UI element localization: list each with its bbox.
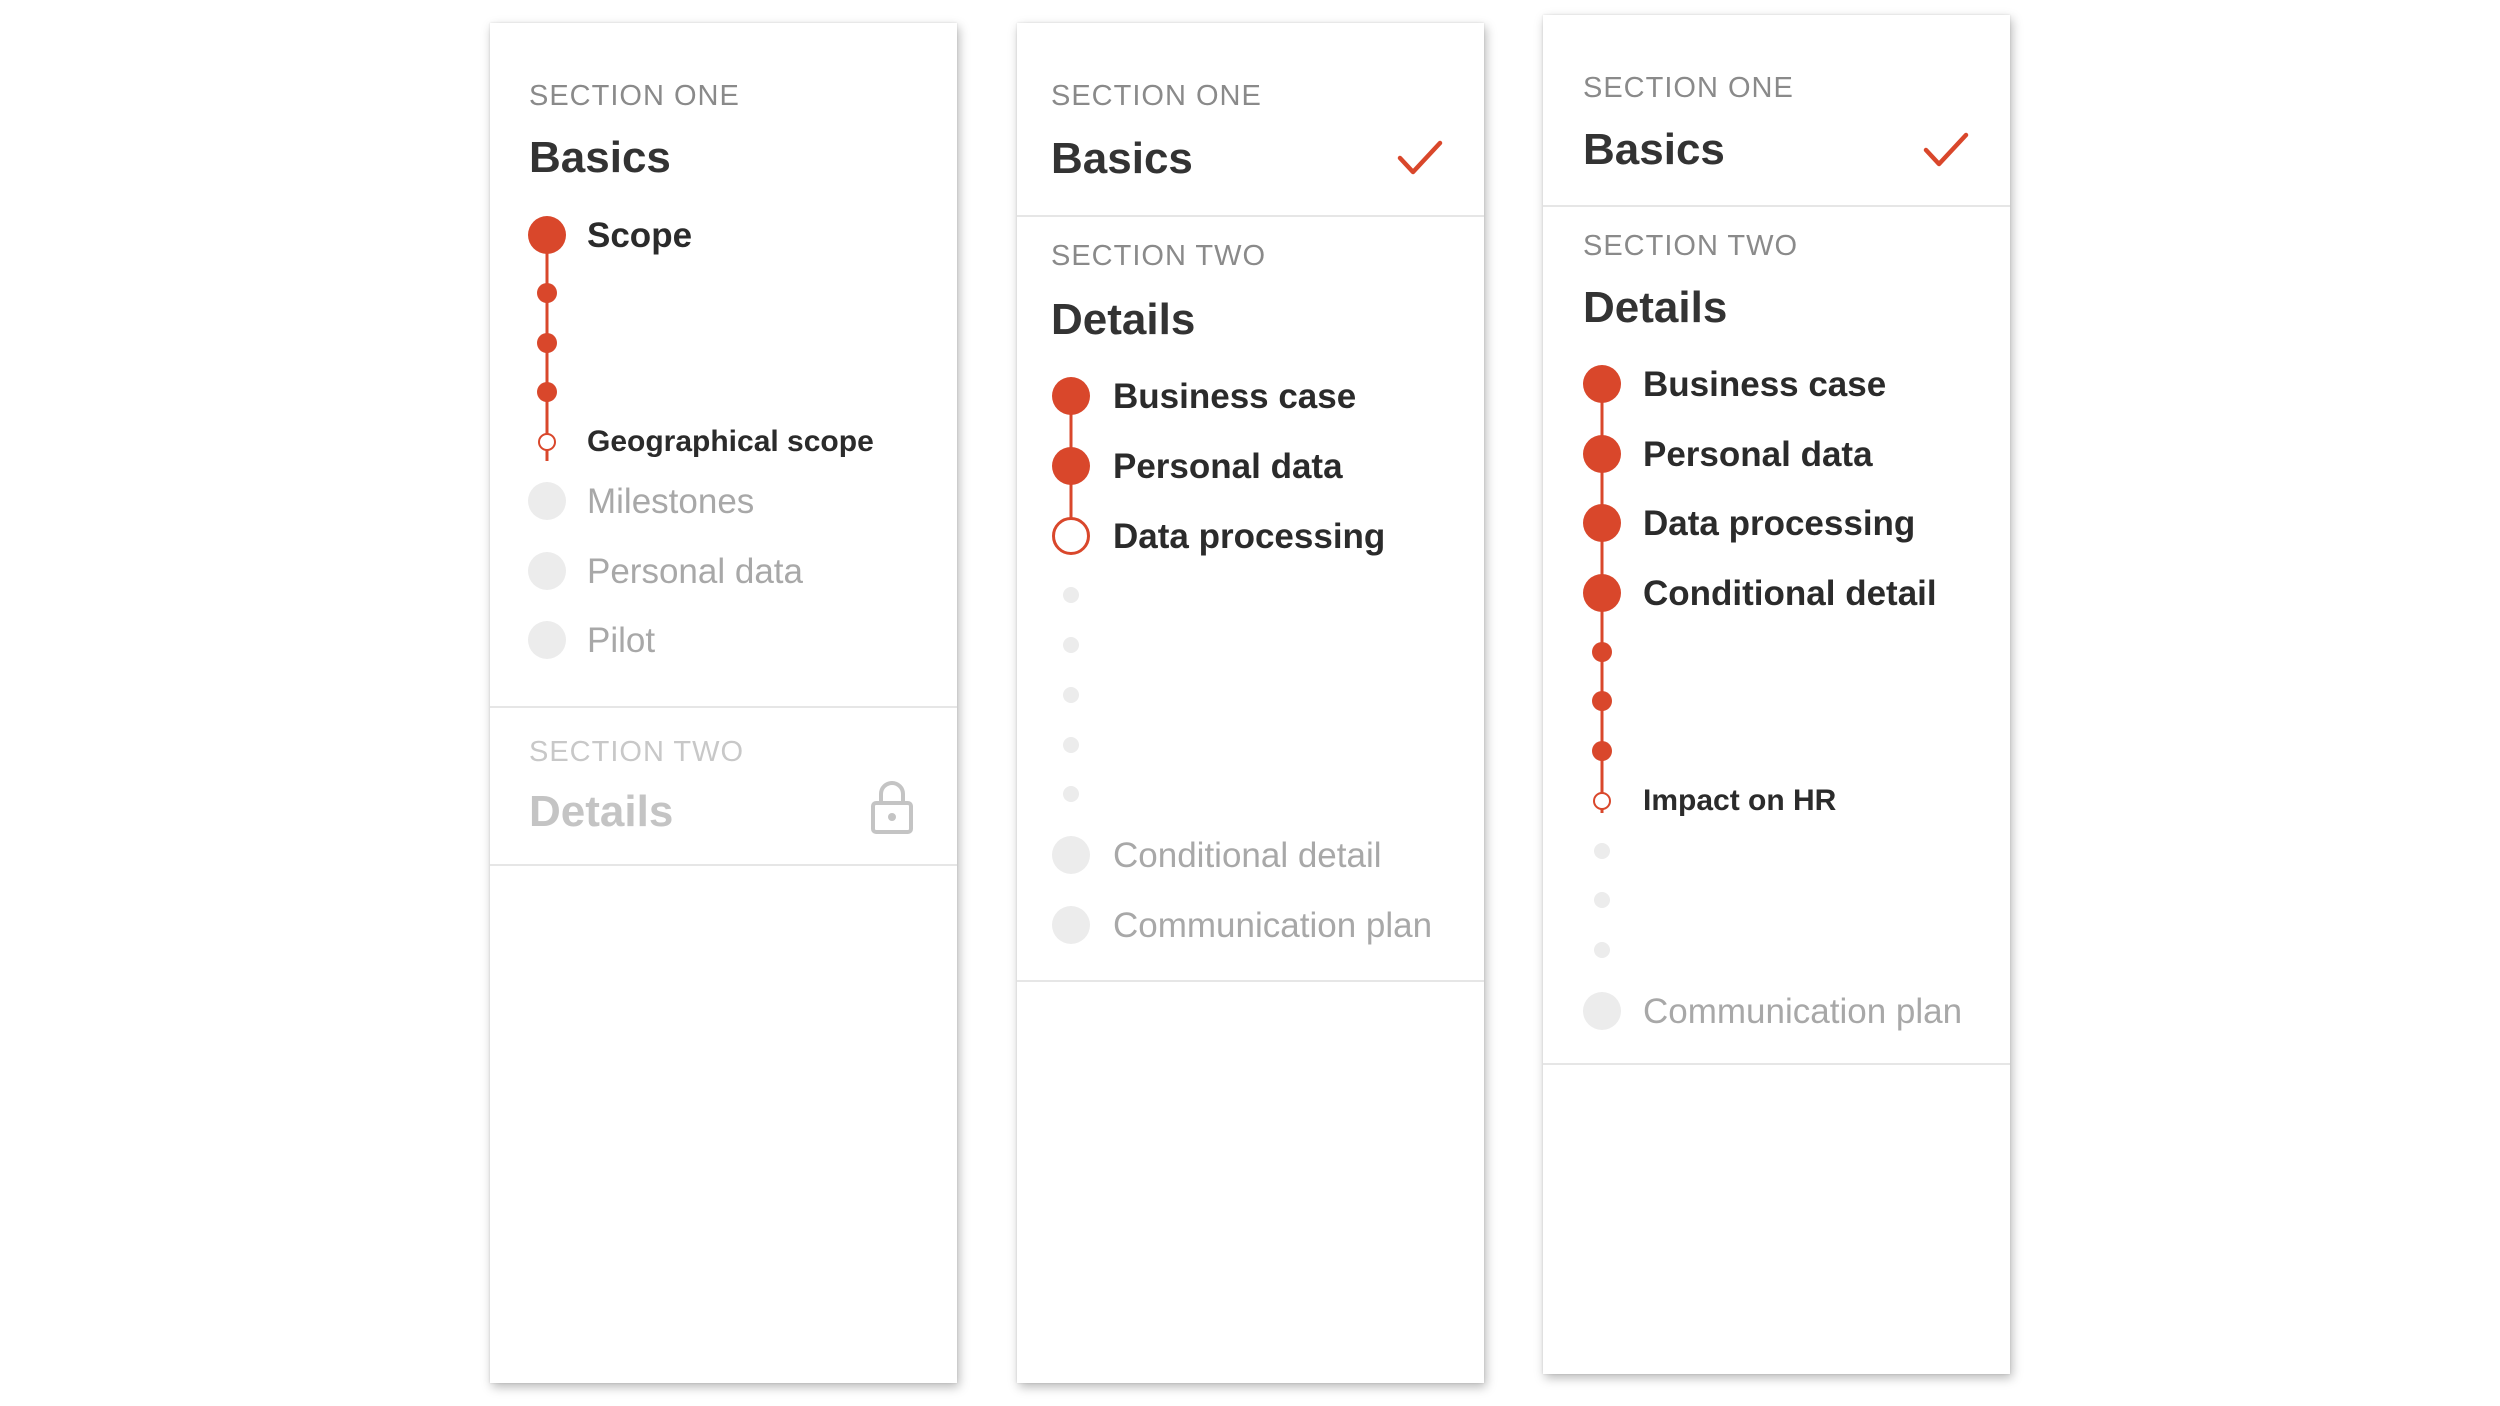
step-complete-dot [1583, 435, 1621, 473]
step-pending-dot [1583, 992, 1621, 1030]
substep-complete-dot [537, 283, 557, 303]
section-one-label: SECTION ONE [1051, 80, 1262, 112]
section-two-title: Details [529, 787, 674, 836]
section-one-title[interactable]: Basics [1051, 134, 1193, 184]
section-divider [490, 864, 957, 866]
step-complete-dot [1583, 365, 1621, 403]
substep-complete-dot [1592, 691, 1612, 711]
step-pending-dot [528, 621, 566, 659]
substep-complete-dot [1592, 642, 1612, 662]
step-pending-dot [528, 552, 566, 590]
step-communication-plan: Communication plan [1113, 906, 1433, 945]
section-divider [1017, 980, 1484, 982]
step-impact-on-hr[interactable]: Impact on HR [1643, 784, 1836, 818]
section-two-label: SECTION TWO [529, 736, 745, 768]
step-complete-dot [1583, 504, 1621, 542]
progress-panel: SECTION ONE Basics Scope Geographical sc… [490, 23, 957, 1383]
substep-pending-dot [1063, 587, 1079, 603]
substep-pending-dot [1594, 942, 1610, 958]
progress-panel: SECTION ONE Basics SECTION TWO Details B… [1543, 15, 2010, 1374]
step-personal-data[interactable]: Personal data [1113, 447, 1343, 487]
section-divider [1017, 215, 1484, 217]
step-milestones: Milestones [587, 482, 755, 521]
section-two-title[interactable]: Details [1583, 283, 1727, 333]
substep-pending-dot [1594, 892, 1610, 908]
substep-pending-dot [1594, 843, 1610, 859]
section-two-title[interactable]: Details [1051, 295, 1195, 345]
checkmark-icon [1397, 140, 1443, 175]
substep-pending-dot [1063, 737, 1079, 753]
step-pending-dot [528, 482, 566, 520]
substep-current-dot [1593, 792, 1611, 810]
step-data-processing[interactable]: Data processing [1113, 517, 1385, 557]
step-geographical-scope[interactable]: Geographical scope [587, 425, 874, 459]
section-divider [490, 706, 957, 708]
step-personal-data: Personal data [587, 552, 803, 591]
step-personal-data[interactable]: Personal data [1643, 435, 1873, 475]
section-one-label: SECTION ONE [1583, 72, 1794, 104]
substep-pending-dot [1063, 687, 1079, 703]
section-divider [1543, 205, 2010, 207]
step-data-processing[interactable]: Data processing [1643, 504, 1915, 544]
progress-panel: SECTION ONE Basics SECTION TWO Details B… [1017, 23, 1484, 1383]
substep-pending-dot [1063, 637, 1079, 653]
step-scope[interactable]: Scope [587, 216, 692, 256]
step-current-dot [1052, 517, 1090, 555]
step-pilot: Pilot [587, 621, 656, 660]
substep-pending-dot [1063, 786, 1079, 802]
section-divider [1543, 1063, 2010, 1065]
substep-complete-dot [537, 333, 557, 353]
step-complete-dot [1052, 447, 1090, 485]
section-one-title[interactable]: Basics [529, 133, 671, 183]
substep-complete-dot [1592, 741, 1612, 761]
step-complete-dot [1052, 377, 1090, 415]
section-one-title[interactable]: Basics [1583, 125, 1725, 175]
step-business-case[interactable]: Business case [1113, 377, 1356, 417]
step-complete-dot [1583, 574, 1621, 612]
step-pending-dot [1052, 906, 1090, 944]
substep-complete-dot [537, 382, 557, 402]
section-two-label: SECTION TWO [1051, 240, 1267, 272]
step-communication-plan: Communication plan [1643, 992, 1963, 1031]
lock-icon [871, 781, 913, 834]
step-conditional-detail[interactable]: Conditional detail [1643, 574, 1937, 614]
step-pending-dot [1052, 836, 1090, 874]
checkmark-icon [1923, 132, 1969, 167]
section-two-label: SECTION TWO [1583, 230, 1799, 262]
step-complete-dot [528, 216, 566, 254]
substep-current-dot [538, 433, 556, 451]
step-business-case[interactable]: Business case [1643, 365, 1886, 405]
section-one-label: SECTION ONE [529, 80, 740, 112]
step-conditional-detail: Conditional detail [1113, 836, 1382, 875]
